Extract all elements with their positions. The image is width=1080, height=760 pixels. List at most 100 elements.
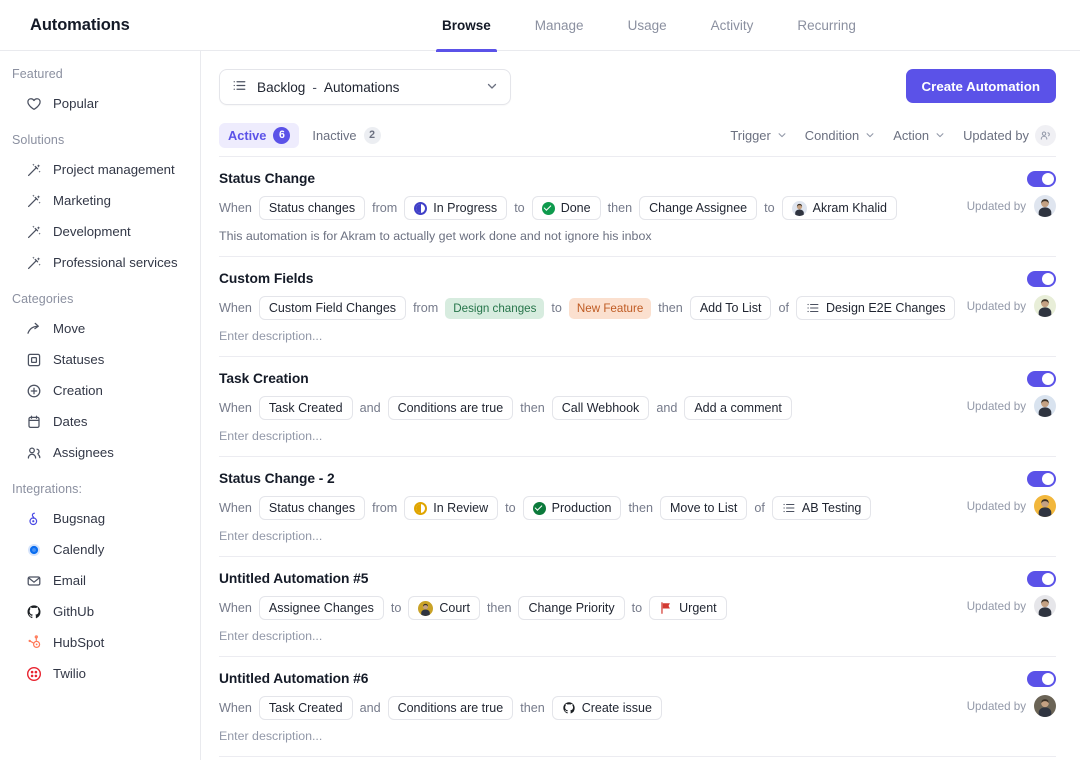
automation-description[interactable]: Enter description... (219, 729, 1056, 743)
sidebar-item-move[interactable]: Move (8, 313, 192, 344)
updated-by-avatar (1034, 495, 1056, 517)
automation-row[interactable]: Task CreationWhenTask CreatedandConditio… (219, 357, 1056, 457)
status-in-review-icon (414, 502, 427, 515)
automation-row[interactable]: Untitled Automation #6WhenTask Createdan… (219, 657, 1056, 757)
sidebar-item-label: Popular (53, 96, 98, 111)
sidebar-item-hubspot[interactable]: HubSpot (8, 627, 192, 658)
segment-active[interactable]: Active6 (219, 123, 299, 148)
automation-row[interactable]: Custom FieldsWhenCustom Field Changesfro… (219, 257, 1056, 357)
rule-chip[interactable]: Change Priority (518, 596, 624, 620)
automation-row[interactable]: Status ChangeWhenStatus changesfromIn Pr… (219, 157, 1056, 257)
rule-chip[interactable]: Done (532, 196, 601, 220)
filter-action[interactable]: Action (893, 128, 945, 143)
automation-row[interactable]: Untitled Automation #5WhenAssignee Chang… (219, 557, 1056, 657)
rule-keyword: to (764, 201, 775, 215)
sidebar-item-popular[interactable]: Popular (8, 88, 192, 119)
rule-tag-chip[interactable]: Design changes (445, 298, 544, 319)
list-picker[interactable]: Backlog - Automations (219, 69, 511, 105)
rule-chip[interactable]: Change Assignee (639, 196, 757, 220)
tab-usage[interactable]: Usage (606, 0, 689, 51)
rule-chip[interactable]: AB Testing (772, 496, 872, 520)
automation-enable-toggle[interactable] (1027, 471, 1056, 487)
tab-manage[interactable]: Manage (513, 0, 606, 51)
chevron-down-icon (486, 80, 498, 95)
automation-title: Status Change (219, 171, 1056, 186)
rule-chip[interactable]: Move to List (660, 496, 747, 520)
tab-recurring[interactable]: Recurring (775, 0, 878, 51)
sidebar-item-statuses[interactable]: Statuses (8, 344, 192, 375)
automation-description[interactable]: Enter description... (219, 429, 1056, 443)
automation-row-controls: Updated by (967, 671, 1056, 717)
status-segmented-control: Active6Inactive2 (219, 123, 390, 148)
rule-keyword: then (658, 301, 683, 315)
filter-bar: Active6Inactive2 Trigger Condition Action U… (219, 123, 1056, 157)
sidebar-item-bugsnag[interactable]: Bugsnag (8, 503, 192, 534)
automation-description[interactable]: Enter description... (219, 329, 1056, 343)
rule-chip-label: Assignee Changes (269, 601, 374, 615)
rule-chip[interactable]: Conditions are true (388, 696, 514, 720)
rule-chip[interactable]: Production (523, 496, 622, 520)
tab-activity[interactable]: Activity (689, 0, 776, 51)
automation-enable-toggle[interactable] (1027, 271, 1056, 287)
filter-updated-by[interactable]: Updated by (963, 125, 1056, 146)
automation-row[interactable]: Status Change - 2WhenStatus changesfromI… (219, 457, 1056, 557)
updated-by-label: Updated by (967, 400, 1026, 413)
updated-by-label: Updated by (967, 600, 1026, 613)
rule-chip[interactable]: Akram Khalid (782, 196, 897, 220)
automation-description[interactable]: This automation is for Akram to actually… (219, 229, 1056, 243)
automation-description[interactable]: Enter description... (219, 529, 1056, 543)
rule-chip-label: Add To List (700, 301, 762, 315)
sidebar-item-project-management[interactable]: Project management (8, 154, 192, 185)
rule-chip[interactable]: Create issue (552, 696, 662, 720)
rule-chip-label: Call Webhook (562, 401, 640, 415)
automation-enable-toggle[interactable] (1027, 371, 1056, 387)
rule-tag-chip[interactable]: New Feature (569, 298, 651, 319)
rule-chip[interactable]: Court (408, 596, 480, 620)
automation-description[interactable]: Enter description... (219, 629, 1056, 643)
rule-chip[interactable]: Status changes (259, 196, 365, 220)
sidebar-item-professional-services[interactable]: Professional services (8, 247, 192, 278)
filter-condition[interactable]: Condition (805, 128, 875, 143)
create-automation-button[interactable]: Create Automation (906, 69, 1056, 103)
automation-row-controls: Updated by (967, 571, 1056, 617)
user-avatar-icon (418, 601, 433, 616)
rule-keyword: and (360, 401, 381, 415)
rule-chip[interactable]: Add To List (690, 296, 772, 320)
rule-chip[interactable]: Add a comment (684, 396, 792, 420)
sidebar-item-twilio[interactable]: Twilio (8, 658, 192, 689)
sidebar-item-email[interactable]: Email (8, 565, 192, 596)
rule-chip[interactable]: In Review (404, 496, 498, 520)
rule-chip[interactable]: Call Webhook (552, 396, 650, 420)
rule-keyword: of (754, 501, 765, 515)
rule-chip[interactable]: Custom Field Changes (259, 296, 406, 320)
sidebar-item-creation[interactable]: Creation (8, 375, 192, 406)
sidebar-item-marketing[interactable]: Marketing (8, 185, 192, 216)
status-in-progress-icon (414, 202, 427, 215)
tab-browse[interactable]: Browse (420, 0, 513, 51)
automation-title: Custom Fields (219, 271, 1056, 286)
rule-keyword: to (391, 601, 402, 615)
sidebar-item-github[interactable]: GithUb (8, 596, 192, 627)
rule-chip[interactable]: Urgent (649, 596, 727, 620)
rule-chip[interactable]: Design E2E Changes (796, 296, 956, 320)
sidebar-item-calendly[interactable]: Calendly (8, 534, 192, 565)
rule-chip[interactable]: Assignee Changes (259, 596, 384, 620)
sidebar-item-assignees[interactable]: Assignees (8, 437, 192, 468)
rule-chip[interactable]: Conditions are true (388, 396, 514, 420)
segment-inactive[interactable]: Inactive2 (303, 123, 389, 148)
sidebar-item-development[interactable]: Development (8, 216, 192, 247)
main-tabs: BrowseManageUsageActivityRecurring (420, 0, 878, 51)
automation-enable-toggle[interactable] (1027, 571, 1056, 587)
automation-title: Task Creation (219, 371, 1056, 386)
sidebar-item-dates[interactable]: Dates (8, 406, 192, 437)
rule-chip[interactable]: Task Created (259, 396, 353, 420)
automation-enable-toggle[interactable] (1027, 171, 1056, 187)
rule-keyword: When (219, 501, 252, 515)
rule-chip[interactable]: In Progress (404, 196, 507, 220)
rule-chip[interactable]: Task Created (259, 696, 353, 720)
automation-enable-toggle[interactable] (1027, 671, 1056, 687)
rule-keyword: to (632, 601, 643, 615)
rule-chip[interactable]: Status changes (259, 496, 365, 520)
filter-trigger[interactable]: Trigger (730, 128, 786, 143)
rule-chip-label: Status changes (269, 201, 355, 215)
